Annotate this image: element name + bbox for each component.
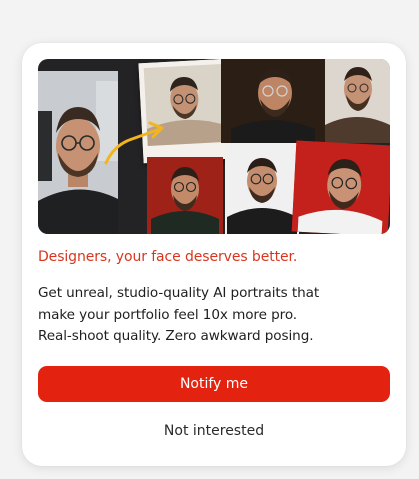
- promo-description-line: Real-shoot quality. Zero awkward posing.: [38, 328, 314, 344]
- arrow-icon: [104, 121, 164, 165]
- portrait-white-studio: [225, 143, 299, 234]
- promo-description: Get unreal, studio-quality AI portraits …: [38, 283, 390, 348]
- portrait-collage: [38, 59, 390, 234]
- promo-headline: Designers, your face deserves better.: [38, 249, 298, 265]
- portrait-dark-studio: [221, 59, 325, 143]
- portrait-light-studio: [325, 59, 390, 143]
- promo-description-line: make your portfolio feel 10x more pro.: [38, 306, 298, 323]
- notify-me-button[interactable]: Notify me: [38, 366, 390, 402]
- promo-description-line: Get unreal, studio-quality AI portraits …: [38, 285, 320, 301]
- portrait-red-backdrop: [291, 140, 390, 234]
- promo-card: Designers, your face deserves better. Ge…: [22, 43, 406, 466]
- not-interested-button[interactable]: Not interested: [38, 419, 390, 443]
